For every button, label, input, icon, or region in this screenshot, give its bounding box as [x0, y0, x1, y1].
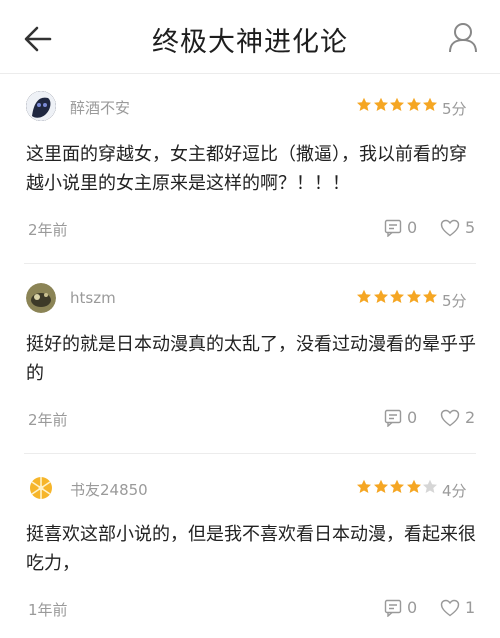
top-bar: 终极大神进化论: [0, 0, 500, 74]
review-item: htszm 5分 挺好的就是日本动漫真的太乱了，没看过动漫看的晕乎乎的 2年前 …: [0, 264, 500, 454]
heart-icon: [440, 409, 460, 426]
comment-icon: [384, 599, 402, 617]
like-count: 5: [465, 218, 476, 237]
user-icon[interactable]: [446, 20, 480, 54]
star-rating: [356, 479, 439, 499]
reply-button[interactable]: 0: [384, 598, 417, 617]
comment-icon: [384, 219, 402, 237]
like-button[interactable]: 5: [440, 218, 475, 237]
star-filled-icon: [373, 289, 388, 303]
avatar[interactable]: [26, 473, 56, 503]
review-content: 这里面的穿越女，女主都好逗比（撒逼），我以前看的穿越小说里的女主原来是这样的啊？…: [26, 144, 467, 194]
username[interactable]: 醉酒不安: [70, 97, 130, 118]
page-title: 终极大神进化论: [152, 27, 348, 58]
star-filled-icon: [390, 97, 404, 111]
rating-score: 5分: [442, 292, 467, 310]
like-button[interactable]: 1: [440, 598, 475, 617]
star-filled-icon: [423, 97, 437, 111]
heart-icon: [440, 219, 460, 236]
star-filled-icon: [390, 289, 404, 303]
reply-count: 0: [407, 598, 418, 617]
review-item: 书友24850 4分 挺喜欢这部小说的，但是我不喜欢看日本动漫，看起来很吃力， …: [0, 454, 500, 638]
comment-icon: [384, 409, 402, 427]
heart-icon: [440, 599, 460, 616]
review-time: 2年前: [28, 221, 68, 239]
username[interactable]: htszm: [70, 289, 116, 307]
like-button[interactable]: 2: [440, 408, 475, 427]
review-item: 醉酒不安 5分 这里面的穿越女，女主都好逗比（撒逼），我以前看的穿越小说里的女主…: [0, 74, 500, 264]
star-filled-icon: [390, 479, 404, 493]
star-filled-icon: [373, 97, 388, 111]
like-count: 2: [465, 408, 476, 427]
review-time: 1年前: [28, 601, 68, 619]
review-content: 挺好的就是日本动漫真的太乱了，没看过动漫看的晕乎乎的: [26, 334, 476, 384]
avatar[interactable]: [26, 91, 56, 121]
review-content: 挺喜欢这部小说的，但是我不喜欢看日本动漫，看起来很吃力，: [26, 524, 476, 574]
reply-button[interactable]: 0: [384, 408, 417, 427]
star-empty-icon: [423, 479, 437, 493]
star-filled-icon: [406, 97, 421, 111]
reply-count: 0: [407, 408, 418, 427]
star-filled-icon: [406, 479, 421, 493]
star-filled-icon: [406, 289, 421, 303]
review-time: 2年前: [28, 411, 68, 429]
username[interactable]: 书友24850: [70, 479, 148, 500]
star-filled-icon: [357, 289, 371, 303]
rating-score: 5分: [442, 100, 467, 118]
star-filled-icon: [357, 479, 371, 493]
reply-count: 0: [407, 218, 418, 237]
reply-button[interactable]: 0: [384, 218, 417, 237]
rating-score: 4分: [442, 482, 467, 500]
like-count: 1: [465, 598, 476, 617]
star-filled-icon: [357, 97, 371, 111]
star-rating: [356, 289, 439, 309]
star-filled-icon: [373, 479, 388, 493]
star-filled-icon: [423, 289, 437, 303]
avatar[interactable]: [26, 283, 56, 313]
star-rating: [356, 97, 439, 117]
